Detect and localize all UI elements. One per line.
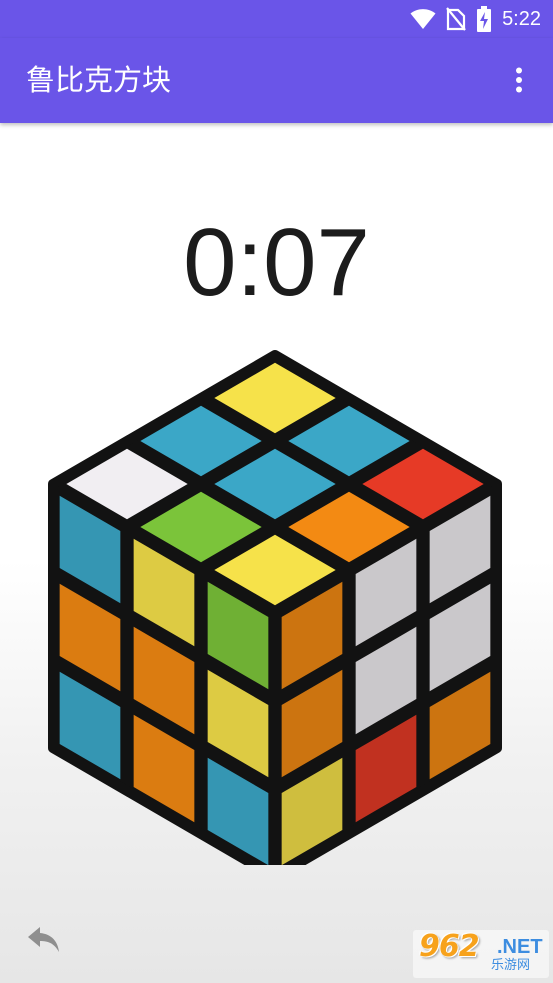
status-bar: 5:22 <box>0 0 553 38</box>
watermark-logo: 962 .NET 乐游网 <box>413 930 549 978</box>
more-vert-icon[interactable] <box>505 64 533 96</box>
undo-icon[interactable] <box>22 920 66 960</box>
rubiks-cube[interactable] <box>40 345 510 865</box>
watermark-number: 962 <box>419 929 480 964</box>
watermark-domain: .NET <box>497 936 543 958</box>
timer-display: 0:07 <box>183 209 370 316</box>
battery-charging-icon <box>476 6 492 32</box>
wifi-icon <box>410 8 436 30</box>
watermark-subtitle: 乐游网 <box>491 958 531 973</box>
app-bar: 鲁比克方块 <box>0 38 553 123</box>
status-time: 5:22 <box>502 8 541 30</box>
status-icons: 5:22 <box>410 6 541 32</box>
app-title: 鲁比克方块 <box>26 63 172 97</box>
no-sim-icon <box>446 7 466 31</box>
